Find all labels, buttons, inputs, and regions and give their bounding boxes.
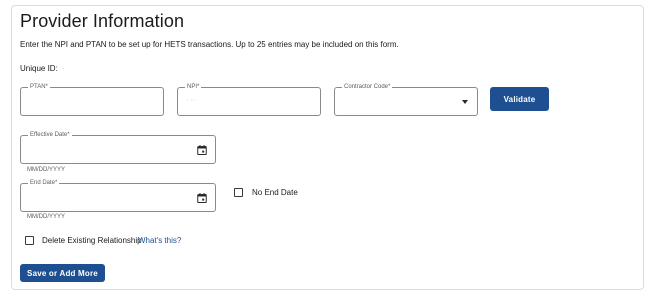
- save-or-add-more-button[interactable]: Save or Add More: [20, 264, 105, 282]
- end-date-label: End Date*: [28, 178, 60, 188]
- calendar-icon[interactable]: [197, 145, 207, 155]
- effective-date-helper: MM/DD/YYYY: [27, 167, 66, 173]
- no-end-date-label: No End Date: [252, 188, 298, 197]
- effective-date-field[interactable]: Effective Date*: [20, 130, 216, 164]
- calendar-icon[interactable]: [197, 193, 207, 203]
- delete-relationship-checkbox[interactable]: [25, 236, 34, 245]
- chevron-down-icon[interactable]: [462, 100, 468, 104]
- whats-this-link[interactable]: What's this?: [138, 236, 181, 245]
- delete-relationship-label: Delete Existing Relationship: [42, 236, 142, 245]
- end-date-field[interactable]: End Date*: [20, 178, 216, 212]
- ptan-label: PTAN*: [28, 82, 50, 92]
- end-date-helper: MM/DD/YYYY: [27, 214, 66, 220]
- unique-id-label: Unique ID:: [20, 64, 58, 73]
- contractor-code-select[interactable]: Contractor Code*: [334, 82, 478, 116]
- npi-value: · ··: [186, 97, 195, 104]
- validate-button[interactable]: Validate: [490, 87, 549, 111]
- intro-text: Enter the NPI and PTAN to be set up for …: [20, 40, 399, 49]
- unique-id-value: ·: [62, 64, 65, 73]
- npi-field[interactable]: NPI* · ··: [177, 82, 321, 116]
- npi-label: NPI*: [185, 82, 202, 92]
- no-end-date-checkbox[interactable]: [234, 188, 243, 197]
- contractor-code-label: Contractor Code*: [342, 82, 393, 92]
- ptan-field[interactable]: PTAN*: [20, 82, 164, 116]
- effective-date-label: Effective Date*: [28, 130, 72, 140]
- page-title: Provider Information: [20, 11, 185, 31]
